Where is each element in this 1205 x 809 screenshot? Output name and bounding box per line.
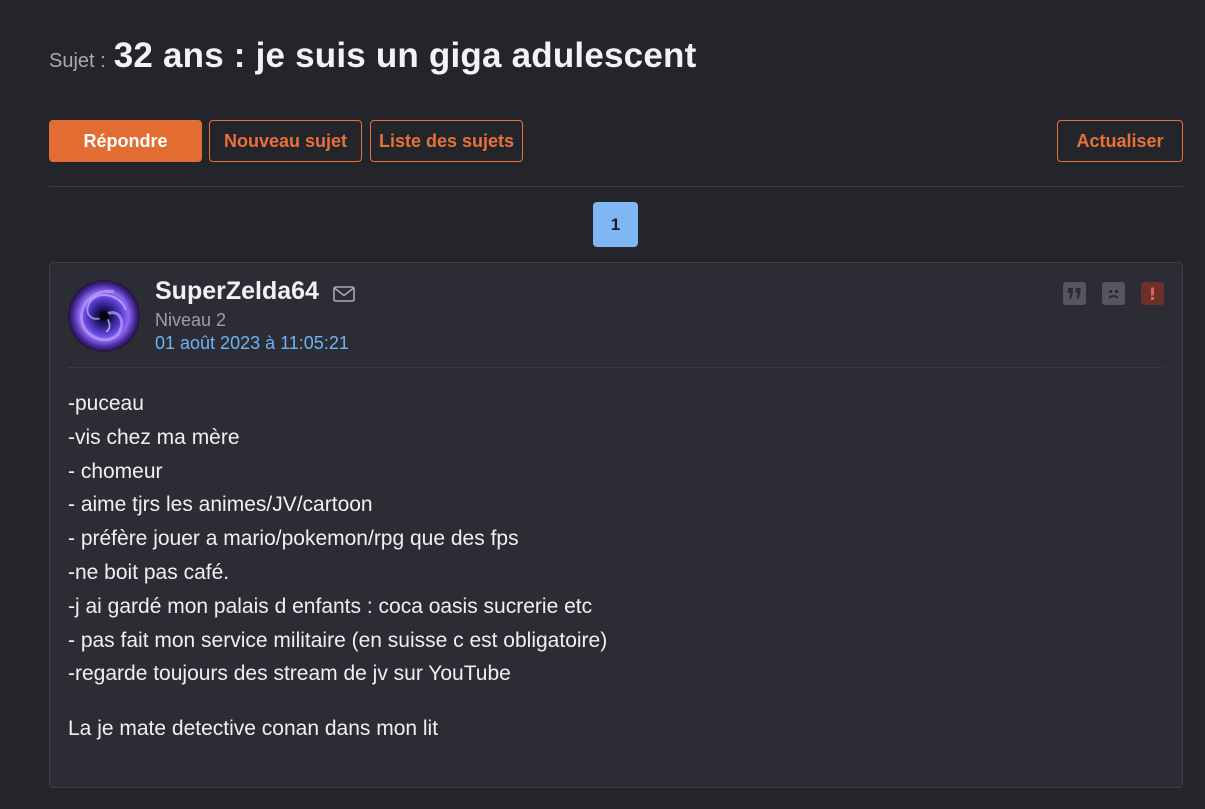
new-topic-button[interactable]: Nouveau sujet — [209, 120, 362, 162]
avatar[interactable] — [68, 280, 140, 352]
post-line: - préfère jouer a mario/pokemon/rpg que … — [68, 527, 519, 551]
envelope-icon[interactable] — [333, 285, 355, 302]
page-1-button[interactable]: 1 — [593, 202, 638, 247]
author-block: SuperZelda64 Niveau 2 01 août 2023 à 11:… — [155, 277, 355, 354]
quote-button[interactable] — [1063, 282, 1086, 305]
author-name[interactable]: SuperZelda64 — [155, 277, 319, 306]
refresh-button[interactable]: Actualiser — [1057, 120, 1183, 162]
post-line: -vis chez ma mère — [68, 425, 240, 449]
forum-post: SuperZelda64 Niveau 2 01 août 2023 à 11:… — [49, 262, 1183, 788]
topic-list-button[interactable]: Liste des sujets — [370, 120, 523, 162]
topic-toolbar: Répondre Nouveau sujet Liste des sujets … — [49, 120, 1183, 162]
vortex-avatar-image — [68, 280, 140, 352]
post-line: -regarde toujours des stream de jv sur Y… — [68, 662, 511, 686]
report-button[interactable] — [1141, 282, 1164, 305]
post-line: - pas fait mon service militaire (en sui… — [68, 628, 608, 652]
quote-icon — [1068, 288, 1081, 299]
topic-header: Sujet : 32 ans : je suis un giga adulesc… — [49, 36, 696, 76]
post-line: -j ai gardé mon palais d enfants : coca … — [68, 594, 593, 618]
pagination: 1 — [593, 202, 638, 247]
topic-title: 32 ans : je suis un giga adulescent — [113, 36, 697, 75]
post-line: - chomeur — [68, 459, 163, 483]
post-actions — [1063, 282, 1164, 305]
private-message-button[interactable] — [1102, 282, 1125, 305]
post-header-separator — [68, 367, 1164, 368]
post-line: -ne boit pas café. — [68, 560, 230, 584]
author-level: Niveau 2 — [155, 310, 227, 330]
post-line: -puceau — [68, 392, 144, 415]
reply-button[interactable]: Répondre — [49, 120, 202, 162]
post-line: - aime tjrs les animes/JV/cartoon — [68, 493, 373, 517]
post-closing-line: La je mate detective conan dans mon lit — [68, 717, 439, 741]
frown-face-icon — [1108, 290, 1119, 299]
toolbar-divider — [49, 186, 1183, 187]
topic-prefix: Sujet : — [49, 50, 106, 72]
post-body: -puceau -vis chez ma mère - chomeur - ai… — [68, 387, 1158, 746]
alert-icon — [1151, 287, 1154, 300]
post-date-link[interactable]: 01 août 2023 à 11:05:21 — [155, 333, 355, 354]
author-row: SuperZelda64 — [155, 277, 355, 306]
